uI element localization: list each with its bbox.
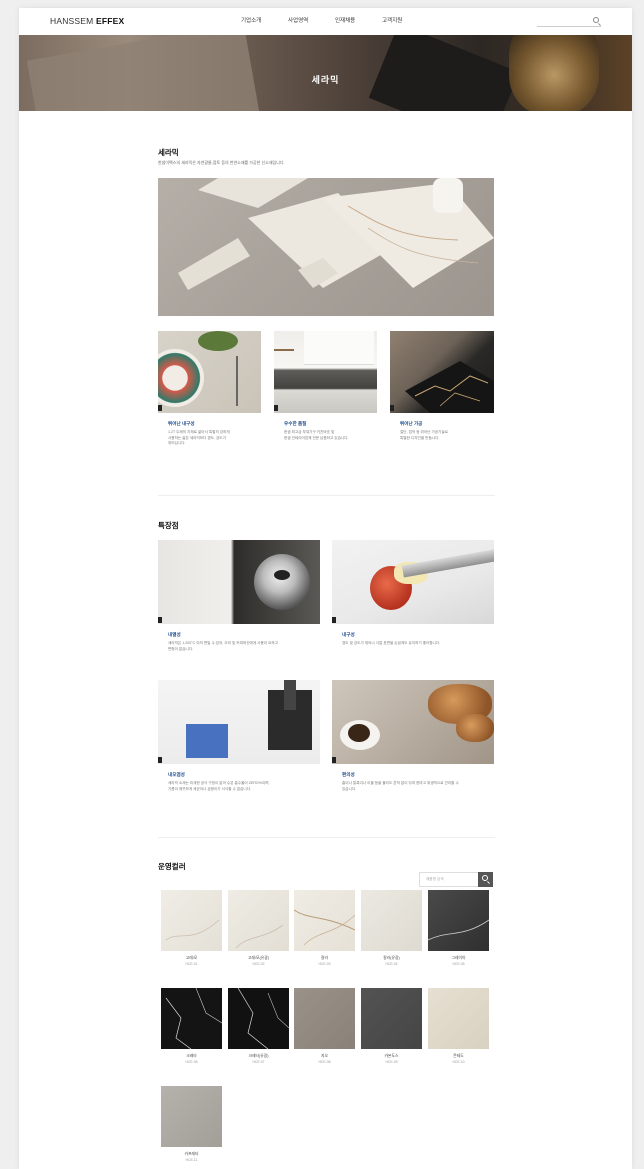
nav-item-business[interactable]: 사업영역 xyxy=(288,16,335,24)
marble-vein xyxy=(165,919,220,941)
swatch-name: 그레이아 xyxy=(451,956,466,960)
swatch-code: HCE-03 xyxy=(318,962,331,966)
logo-light-text: HANSSEM xyxy=(50,16,96,26)
specialty-mark xyxy=(332,617,336,623)
color-swatch[interactable] xyxy=(427,890,490,951)
swatch-code: HCE-06 xyxy=(185,1060,198,1064)
specialty-text-heat: 세라믹은 1,200°C 이의 면일 수 있어, 조리 및 커피머신에게 사용이… xyxy=(168,641,278,651)
section-divider xyxy=(158,837,495,838)
marble-vein xyxy=(427,919,490,941)
specialty-image-heat xyxy=(158,540,320,624)
color-swatch[interactable] xyxy=(361,988,422,1049)
specialty-title: 특장점 xyxy=(158,521,179,530)
nav-item-recruit[interactable]: 인재채용 xyxy=(335,16,382,24)
specialty-mark xyxy=(332,757,336,763)
color-swatch[interactable] xyxy=(161,1086,222,1147)
color-swatch[interactable] xyxy=(361,890,422,951)
logo[interactable]: HANSSEM EFFEX xyxy=(50,16,124,26)
marble-vein xyxy=(237,987,290,1050)
marble-vein xyxy=(235,924,284,949)
swatch-name: 카프레타 xyxy=(184,1152,199,1156)
color-swatch[interactable] xyxy=(161,890,222,951)
swatch-code: HCE-01 xyxy=(185,962,198,966)
search-icon[interactable] xyxy=(593,17,599,23)
feature-mark xyxy=(274,405,278,411)
swatch-code: HCE-10 xyxy=(452,1060,465,1064)
specialty-title-durability: 내구성 xyxy=(342,632,355,637)
swatch-code: HCE-11 xyxy=(185,1158,198,1162)
search-icon xyxy=(482,875,488,881)
swatch-name: 크레타(유광) xyxy=(248,1054,269,1058)
page: HANSSEM EFFEX 기업소개 사업영역 인재채용 고객지원 세라믹 세라… xyxy=(19,8,632,1169)
swatch-code: HCE-07 xyxy=(252,1060,265,1064)
hero-banner: 세라믹 xyxy=(19,35,632,111)
logo-bold-text: EFFEX xyxy=(96,16,125,26)
feature-text-durability: 1,2T 두께의 자체로 얇아서 특별히 강하게 사용하는 얇은 세라믹보다 경… xyxy=(168,430,230,445)
swatch-code: HCE-04 xyxy=(385,962,398,966)
header-search-input[interactable] xyxy=(537,17,601,27)
feature-title-quality: 우수한 품질 xyxy=(284,421,307,426)
swatch-name: 고레/모(유광) xyxy=(247,956,270,960)
feature-mark xyxy=(390,405,394,411)
nav-item-support[interactable]: 고객지원 xyxy=(382,16,429,24)
swatch-name: 칼라(유광) xyxy=(383,956,400,960)
specialty-mark xyxy=(158,617,162,623)
swatch-name: 고레/모 xyxy=(185,956,198,960)
color-swatch[interactable] xyxy=(428,988,489,1049)
specialty-title-heat: 내열성 xyxy=(168,632,181,637)
marble-illustration xyxy=(405,361,494,413)
gallery-search-button[interactable] xyxy=(478,872,493,887)
swatch-code: HCE-09 xyxy=(385,1060,398,1064)
feature-title-processing: 뛰어난 가공 xyxy=(400,421,423,426)
color-swatch[interactable] xyxy=(161,987,223,1050)
intro-description: 한샘이펙스의 세라믹은 자연광물,점토 등의 천연소재를 가공한 신소재입니다. xyxy=(158,160,285,165)
hero-title: 세라믹 xyxy=(311,75,340,85)
feature-image-processing xyxy=(390,331,494,413)
marble-vein xyxy=(293,909,356,946)
specialty-title-convenience: 편의성 xyxy=(342,772,355,777)
color-swatch[interactable] xyxy=(228,890,289,951)
feature-text-processing: 절단, 접착 등 뛰어난 가공기술로 특별한 디자인을 만듭니다. xyxy=(400,430,448,440)
intro-main-image xyxy=(158,178,494,316)
specialty-mark xyxy=(158,757,162,763)
top-navigation: HANSSEM EFFEX 기업소개 사업영역 인재채용 고객지원 xyxy=(19,8,632,35)
marble-vein xyxy=(165,987,223,1050)
specialty-text-durability: 경도 및 강도가 뛰어나 식칼 표면을 손쉽게도 유지하기 좋아합니다. xyxy=(342,641,441,645)
feature-image-quality xyxy=(274,331,377,413)
color-swatch[interactable] xyxy=(293,890,356,951)
specialty-text-convenience: 흠이나 얼룩이나 이물 등을 물리도 흔적 없이 닦여 한마고 위생적으로 관리… xyxy=(342,781,459,791)
feature-image-durability xyxy=(158,331,261,413)
specialty-image-stain xyxy=(158,680,320,764)
swatch-name: 카본도스 xyxy=(384,1054,399,1058)
feature-title-durability: 뛰어난 내구성 xyxy=(168,421,195,426)
swatch-name: 칼라 xyxy=(321,956,328,960)
specialty-image-convenience xyxy=(332,680,494,764)
swatch-name: 몬테도 xyxy=(453,1054,464,1058)
swatch-code: HCE-02 xyxy=(252,962,265,966)
gallery-title: 운영컬러 xyxy=(158,862,186,871)
main-nav: 기업소개 사업영역 인재채용 고객지원 xyxy=(241,16,429,24)
swatch-code: HCE-05 xyxy=(452,962,465,966)
color-swatch[interactable] xyxy=(294,988,355,1049)
specialty-title-stain: 내오염성 xyxy=(168,772,185,777)
feature-mark xyxy=(158,405,162,411)
swatch-name: 지오 xyxy=(321,1054,328,1058)
ceramic-tiles-illustration xyxy=(178,178,494,290)
nav-item-company[interactable]: 기업소개 xyxy=(241,16,288,24)
gallery-search-input[interactable]: 제품명 검색 xyxy=(419,872,493,887)
specialty-text-stain: 세라믹 소재는 미세한 공극 구멍이 없어 수분 흡수율이 ZERO%이며, 기… xyxy=(168,781,270,791)
gallery-search-placeholder: 제품명 검색 xyxy=(426,877,444,881)
color-swatch[interactable] xyxy=(228,987,290,1050)
swatch-code: HCE-08 xyxy=(318,1060,331,1064)
intro-title: 세라믹 xyxy=(158,148,179,157)
feature-text-quality: 한샘 최고급 부엌가구 키친바흐 및 한샘 인테리어업체 전문 납품하고 있습니… xyxy=(284,430,349,440)
specialty-image-durability xyxy=(332,540,494,624)
section-divider xyxy=(158,495,495,496)
swatch-name: 크레타 xyxy=(186,1054,197,1058)
